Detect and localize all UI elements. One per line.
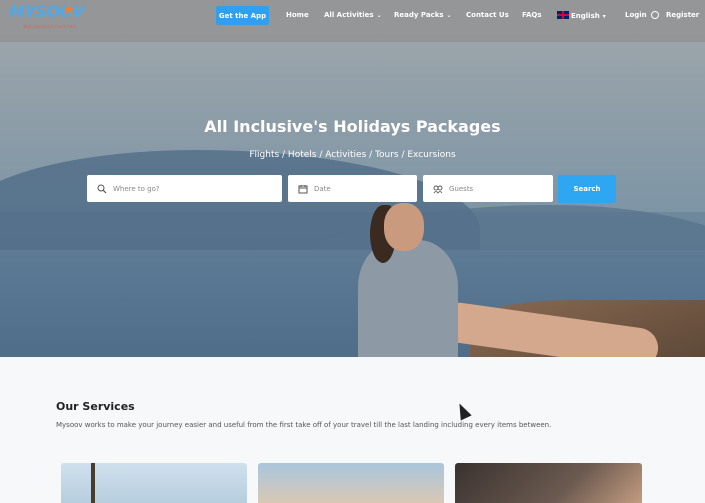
where-input[interactable]: [113, 184, 253, 193]
hero-person-head: [384, 203, 424, 251]
logo[interactable]: MYSOOV ★ Your adventure starts here: [9, 2, 85, 32]
nav-contact-us[interactable]: Contact Us: [466, 11, 509, 19]
login-link[interactable]: Login: [625, 11, 647, 19]
logo-tagline: Your adventure starts here: [23, 24, 77, 29]
language-selector[interactable]: English ▾: [557, 11, 606, 20]
nav-faqs[interactable]: FAQs: [522, 11, 542, 19]
register-link[interactable]: Register: [666, 11, 699, 19]
search-icon: [97, 184, 107, 194]
get-the-app-button[interactable]: Get the App: [216, 6, 269, 25]
services-description: Mysoov works to make your journey easier…: [56, 421, 552, 429]
service-card-3[interactable]: [455, 463, 642, 503]
chevron-down-icon: ⌄: [446, 12, 452, 19]
hero-title: All Inclusive's Holidays Packages: [204, 117, 501, 136]
search-button[interactable]: Search: [558, 175, 616, 203]
guests-input[interactable]: [449, 184, 549, 193]
nav-all-activities-label: All Activities: [324, 11, 374, 19]
nav-home[interactable]: Home: [286, 11, 309, 19]
hero-banner: All Inclusive's Holidays Packages Flight…: [0, 0, 705, 357]
guests-icon: [433, 184, 443, 194]
date-input[interactable]: [314, 184, 414, 193]
service-card-2[interactable]: [258, 463, 444, 503]
calendar-icon: [298, 184, 308, 194]
chevron-down-icon: ⌄: [376, 12, 382, 19]
nav-all-activities[interactable]: All Activities ⌄: [324, 11, 382, 19]
navbar: MYSOOV ★ Your adventure starts here Get …: [0, 0, 705, 42]
guests-field[interactable]: [423, 175, 553, 202]
chevron-down-icon: ▾: [602, 13, 606, 20]
user-icon: [651, 11, 659, 19]
uk-flag-icon: [557, 11, 569, 19]
mouse-cursor-icon: [454, 400, 472, 421]
language-label: English: [571, 12, 600, 20]
services-title: Our Services: [56, 400, 135, 413]
service-card-1[interactable]: [61, 463, 247, 503]
where-field[interactable]: [87, 175, 282, 202]
date-field[interactable]: [288, 175, 417, 202]
nav-ready-packs-label: Ready Packs: [394, 11, 444, 19]
nav-ready-packs[interactable]: Ready Packs ⌄: [394, 11, 452, 19]
hero-person-body: [358, 240, 458, 357]
star-icon: ★: [63, 2, 76, 18]
hero-subtitle: Flights / Hotels / Activities / Tours / …: [249, 150, 456, 160]
